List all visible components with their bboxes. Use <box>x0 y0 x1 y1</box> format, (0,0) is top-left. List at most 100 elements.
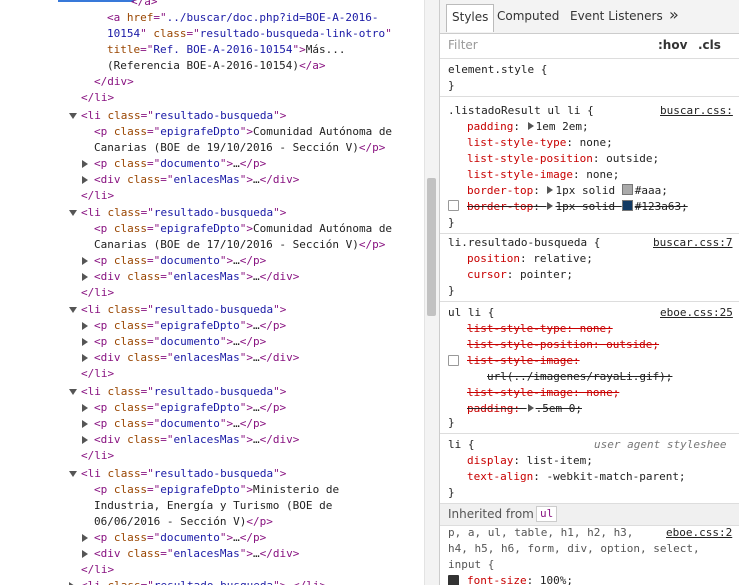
toggle-checkbox[interactable] <box>448 200 459 211</box>
expand-triangle-icon[interactable] <box>82 404 88 412</box>
hov-button[interactable]: :hov <box>658 38 687 52</box>
css-declaration[interactable]: position: relative; <box>467 251 593 267</box>
css-url-value[interactable]: url(../imagenes/rayaLi.gif); <box>487 369 672 385</box>
dom-node-line[interactable]: <p class="epigrafeDpto">Comunidad Autóno… <box>94 124 392 140</box>
expand-triangle-icon[interactable] <box>82 550 88 558</box>
expand-triangle-icon[interactable] <box>527 404 534 412</box>
collapse-triangle-icon[interactable] <box>69 471 77 477</box>
tab-styles[interactable]: Styles <box>446 4 495 32</box>
dom-node-line[interactable]: <li class="resultado-busqueda"> <box>81 302 286 318</box>
dom-node-line[interactable]: <li class="resultado-busqueda"> <box>81 205 286 221</box>
dom-node-line[interactable]: 06/06/2016 - Sección V)</p> <box>94 514 273 530</box>
dom-node-line[interactable]: </li> <box>81 448 114 464</box>
dom-node-line[interactable]: </li> <box>81 562 114 578</box>
dom-node-line[interactable]: </li> <box>81 285 114 301</box>
toggle-checkbox[interactable] <box>448 575 459 585</box>
css-declaration-overridden[interactable]: border-top: 1px solid #123a63; <box>467 199 688 215</box>
cls-button[interactable]: .cls <box>698 38 721 52</box>
css-declaration-overridden[interactable]: list-style-type: none; <box>467 321 613 337</box>
expand-triangle-icon[interactable] <box>82 420 88 428</box>
rule-selector[interactable]: p, a, ul, table, h1, h2, h3, <box>448 525 633 541</box>
expand-triangle-icon[interactable] <box>82 322 88 330</box>
color-swatch-icon[interactable] <box>621 200 633 211</box>
inherited-node-link[interactable]: ul <box>536 506 558 522</box>
css-declaration[interactable]: border-top: 1px solid #aaa; <box>467 183 668 199</box>
expand-triangle-icon[interactable] <box>82 273 88 281</box>
expand-triangle-icon[interactable] <box>82 436 88 444</box>
tab-event-listeners[interactable]: Event Listeners <box>570 9 663 23</box>
css-declaration-overridden[interactable]: list-style-image: <box>467 353 580 369</box>
dom-node-line[interactable]: <p class="epigrafeDpto">…</p> <box>94 400 286 416</box>
dom-node-line[interactable]: <div class="enlacesMas">…</div> <box>94 350 299 366</box>
css-declaration[interactable]: list-style-image: none; <box>467 167 619 183</box>
dom-node-line[interactable]: <li class="resultado-busqueda"> <box>81 108 286 124</box>
css-declaration-overridden[interactable]: padding: .5em 0; <box>467 401 582 417</box>
dom-node-line[interactable]: <p class="documento">…</p> <box>94 530 266 546</box>
dom-node-line[interactable]: </li> <box>81 188 114 204</box>
rule-selector[interactable]: li { <box>448 437 475 453</box>
dom-node-line[interactable]: <div class="enlacesMas">…</div> <box>94 546 299 562</box>
rule-selector[interactable]: .listadoResult ul li { <box>448 103 594 119</box>
rule-source-link[interactable]: eboe.css:2 <box>666 525 732 541</box>
dom-node-line[interactable]: </li> <box>81 366 114 382</box>
rule-selector[interactable]: ul li { <box>448 305 494 321</box>
dom-token: </p> <box>239 157 267 170</box>
dom-node-line[interactable]: <p class="epigrafeDpto">Ministerio de <box>94 482 339 498</box>
filter-input[interactable]: Filter <box>448 38 478 52</box>
dom-node-line[interactable]: <div class="enlacesMas">…</div> <box>94 432 299 448</box>
dom-node-line[interactable]: <div class="enlacesMas">…</div> <box>94 269 299 285</box>
dom-token: resultado-busqueda <box>153 303 274 316</box>
dom-node-line[interactable]: </a> <box>131 0 158 10</box>
more-tabs-icon[interactable]: » <box>669 5 679 24</box>
dom-node-line[interactable]: (Referencia BOE-A-2016-10154)</a> <box>107 58 326 74</box>
dom-node-line[interactable]: <p class="epigrafeDpto">…</p> <box>94 318 286 334</box>
collapse-triangle-icon[interactable] <box>69 210 77 216</box>
expand-triangle-icon[interactable] <box>82 176 88 184</box>
dom-node-line[interactable]: </li> <box>81 90 114 106</box>
dom-node-line[interactable]: <p class="epigrafeDpto">Comunidad Autóno… <box>94 221 392 237</box>
dom-node-line[interactable]: <a href="../buscar/doc.php?id=BOE-A-2016… <box>107 10 379 26</box>
expand-triangle-icon[interactable] <box>82 338 88 346</box>
dom-node-line[interactable]: Canarias (BOE de 19/10/2016 - Sección V)… <box>94 140 385 156</box>
dom-node-line[interactable]: <p class="documento">…</p> <box>94 416 266 432</box>
dom-node-line[interactable]: <li class="resultado-busqueda"> <box>81 466 286 482</box>
css-declaration[interactable]: cursor: pointer; <box>467 267 573 283</box>
dom-node-line[interactable]: <li class="resultado-busqueda"> <box>81 384 286 400</box>
color-swatch-icon[interactable] <box>621 184 633 195</box>
css-declaration[interactable]: padding: 1em 2em; <box>467 119 589 135</box>
expand-triangle-icon[interactable] <box>82 257 88 265</box>
css-declaration-overridden[interactable]: list-style-image: none; <box>467 385 619 401</box>
dom-node-line[interactable]: <li class="resultado-busqueda">…</li> <box>81 578 326 585</box>
expand-triangle-icon[interactable] <box>527 122 534 130</box>
collapse-triangle-icon[interactable] <box>69 389 77 395</box>
expand-triangle-icon[interactable] <box>82 534 88 542</box>
elements-scrollbar-thumb[interactable] <box>427 178 436 316</box>
dom-token: 06/06/2016 - Sección V) <box>94 515 247 528</box>
expand-triangle-icon[interactable] <box>82 354 88 362</box>
expand-triangle-icon[interactable] <box>547 186 554 194</box>
dom-node-line[interactable]: <p class="documento">…</p> <box>94 156 266 172</box>
rule-source-link[interactable]: buscar.css:7 <box>653 235 732 251</box>
dom-node-line[interactable]: </div> <box>94 74 134 90</box>
rule-selector[interactable]: li.resultado-busqueda { <box>448 235 600 251</box>
rule-source-link[interactable]: eboe.css:25 <box>660 305 733 321</box>
collapse-triangle-icon[interactable] <box>69 307 77 313</box>
dom-node-line[interactable]: title="Ref. BOE-A-2016-10154">Más... <box>107 42 345 58</box>
toggle-checkbox[interactable] <box>448 355 459 366</box>
css-declaration[interactable]: list-style-position: outside; <box>467 151 659 167</box>
dom-node-line[interactable]: <p class="documento">…</p> <box>94 253 266 269</box>
collapse-triangle-icon[interactable] <box>69 113 77 119</box>
dom-node-line[interactable]: 10154" class="resultado-busqueda-link-ot… <box>107 26 392 42</box>
dom-node-line[interactable]: <div class="enlacesMas">…</div> <box>94 172 299 188</box>
css-declaration-overridden[interactable]: list-style-position: outside; <box>467 337 659 353</box>
dom-node-line[interactable]: <p class="documento">…</p> <box>94 334 266 350</box>
css-declaration[interactable]: list-style-type: none; <box>467 135 613 151</box>
expand-triangle-icon[interactable] <box>547 202 554 210</box>
tab-computed[interactable]: Computed <box>497 9 559 23</box>
css-declaration[interactable]: font-size: 100%; <box>467 573 573 585</box>
rule-source-link[interactable]: buscar.css: <box>660 103 733 119</box>
dom-node-line[interactable]: Canarias (BOE de 17/10/2016 - Sección V)… <box>94 237 385 253</box>
dom-node-line[interactable]: Industria, Energía y Turismo (BOE de <box>94 498 332 514</box>
expand-triangle-icon[interactable] <box>82 160 88 168</box>
element-style-selector[interactable]: element.style { <box>448 62 547 78</box>
